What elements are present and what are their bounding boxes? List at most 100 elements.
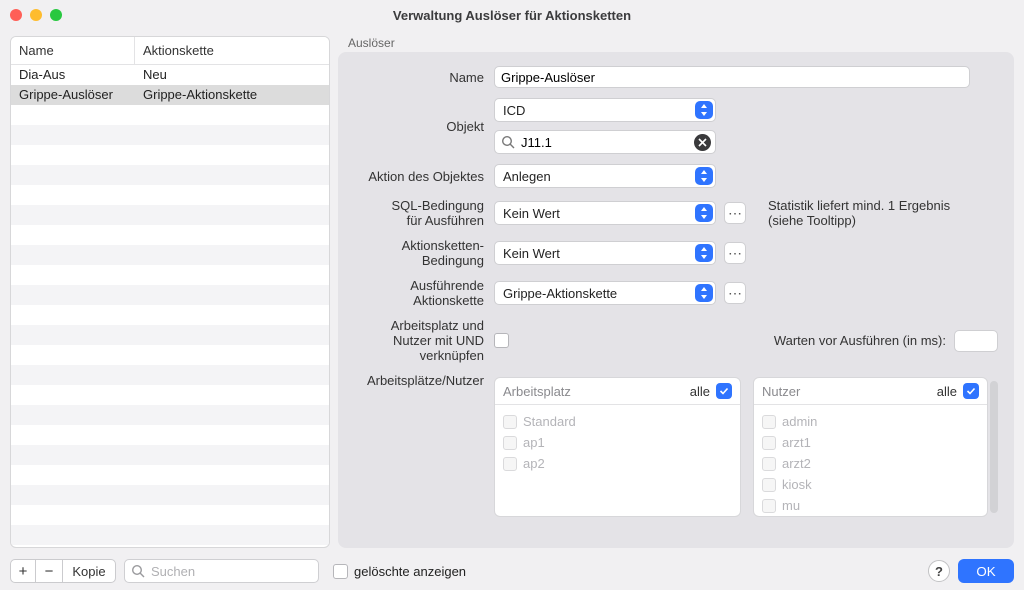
trigger-row — [11, 165, 329, 185]
workplace-all-checkbox[interactable]: alle — [690, 383, 732, 399]
sql-help-text: Statistik liefert mind. 1 Ergebnis (sieh… — [768, 198, 950, 228]
trigger-row — [11, 445, 329, 465]
wait-label: Warten vor Ausführen (in ms): — [774, 333, 946, 348]
workplace-list: Arbeitsplatz alle Standard ap1 ap2 — [494, 377, 741, 517]
checkbox-disabled — [503, 457, 517, 471]
col-header-action[interactable]: Aktionskette — [135, 37, 329, 64]
label-link-and: Arbeitsplatz und Nutzer mit UND verknüpf… — [354, 318, 484, 363]
trigger-row — [11, 145, 329, 165]
label-chain-cond: Aktionsketten- Bedingung — [354, 238, 484, 268]
user-header: Nutzer — [762, 384, 800, 399]
footer-search[interactable] — [124, 559, 319, 583]
link-and-checkbox[interactable] — [494, 333, 509, 348]
clear-search-button[interactable] — [694, 134, 711, 151]
trigger-list-panel: Name Aktionskette Dia-AusNeuGrippe-Auslö… — [10, 36, 330, 548]
exec-chain-detail-button[interactable]: ⋯ — [724, 282, 746, 304]
trigger-row — [11, 105, 329, 125]
footer-search-input[interactable] — [151, 564, 310, 579]
chevron-updown-icon — [695, 101, 713, 119]
trigger-list-header: Name Aktionskette — [11, 37, 329, 65]
trigger-row — [11, 425, 329, 445]
trigger-row — [11, 485, 329, 505]
chain-condition-value: Kein Wert — [503, 246, 560, 261]
name-input[interactable] — [494, 66, 970, 88]
list-item-label: kiosk — [782, 477, 812, 492]
trigger-row — [11, 245, 329, 265]
label-workplaces-users: Arbeitsplätze/Nutzer — [354, 373, 484, 388]
list-item: ap1 — [503, 432, 732, 453]
label-name: Name — [354, 70, 484, 85]
chevron-updown-icon — [695, 244, 713, 262]
trigger-row — [11, 345, 329, 365]
check-icon — [963, 383, 979, 399]
user-list: Nutzer alle adminarzt1arzt2kioskmuzollso… — [753, 377, 988, 517]
list-item: kiosk — [762, 474, 979, 495]
list-item: Standard — [503, 411, 732, 432]
trigger-row[interactable]: Grippe-AuslöserGrippe-Aktionskette — [11, 85, 329, 105]
trigger-row — [11, 385, 329, 405]
list-item-label: admin — [782, 414, 817, 429]
exec-chain-value: Grippe-Aktionskette — [503, 286, 617, 301]
help-button[interactable]: ? — [928, 560, 950, 582]
search-icon — [501, 135, 516, 153]
chevron-updown-icon — [695, 167, 713, 185]
user-list-scrollbar[interactable] — [990, 381, 998, 513]
trigger-row — [11, 185, 329, 205]
trigger-row — [11, 305, 329, 325]
trigger-row — [11, 265, 329, 285]
object-combo[interactable]: ICD — [494, 98, 716, 122]
col-header-name[interactable]: Name — [11, 37, 135, 64]
label-sql: SQL-Bedingung für Ausführen — [354, 198, 484, 228]
list-item-label: arzt2 — [782, 456, 811, 471]
sql-condition-combo[interactable]: Kein Wert — [494, 201, 716, 225]
chevron-updown-icon — [695, 204, 713, 222]
object-search-input[interactable] — [521, 135, 689, 150]
trigger-row — [11, 505, 329, 525]
copy-button[interactable]: Kopie — [62, 559, 116, 583]
trigger-row — [11, 365, 329, 385]
chain-cond-detail-button[interactable]: ⋯ — [724, 242, 746, 264]
add-button[interactable]: + — [10, 559, 36, 583]
show-deleted-label: gelöschte anzeigen — [354, 564, 466, 579]
checkbox-disabled — [762, 499, 776, 513]
checkbox-disabled — [503, 415, 517, 429]
list-item-label: ap2 — [523, 456, 545, 471]
trigger-row — [11, 465, 329, 485]
row-action: Grippe-Aktionskette — [135, 85, 329, 105]
exec-chain-combo[interactable]: Grippe-Aktionskette — [494, 281, 716, 305]
chevron-updown-icon — [695, 284, 713, 302]
label-exec-chain: Ausführende Aktionskette — [354, 278, 484, 308]
object-search[interactable] — [494, 130, 716, 154]
check-icon — [716, 383, 732, 399]
checkbox-disabled — [762, 415, 776, 429]
label-object-action: Aktion des Objektes — [354, 169, 484, 184]
row-name: Dia-Aus — [11, 65, 135, 85]
wait-ms-input[interactable] — [954, 330, 998, 352]
trigger-row — [11, 525, 329, 545]
trigger-form-panel: Name Objekt ICD — [338, 52, 1014, 548]
list-item: arzt1 — [762, 432, 979, 453]
label-object: Objekt — [354, 119, 484, 134]
show-deleted-checkbox[interactable] — [333, 564, 348, 579]
object-action-value: Anlegen — [503, 169, 551, 184]
trigger-row[interactable]: Dia-AusNeu — [11, 65, 329, 85]
checkbox-disabled — [762, 478, 776, 492]
workplace-header: Arbeitsplatz — [503, 384, 571, 399]
chain-condition-combo[interactable]: Kein Wert — [494, 241, 716, 265]
list-item: admin — [762, 411, 979, 432]
ok-button[interactable]: OK — [958, 559, 1014, 583]
row-action: Neu — [135, 65, 329, 85]
object-action-combo[interactable]: Anlegen — [494, 164, 716, 188]
list-item-label: Standard — [523, 414, 576, 429]
checkbox-disabled — [503, 436, 517, 450]
remove-button[interactable]: − — [36, 559, 62, 583]
user-all-checkbox[interactable]: alle — [937, 383, 979, 399]
list-item: arzt2 — [762, 453, 979, 474]
sql-detail-button[interactable]: ⋯ — [724, 202, 746, 224]
list-item-label: arzt1 — [782, 435, 811, 450]
object-value: ICD — [503, 103, 525, 118]
window-title: Verwaltung Auslöser für Aktionsketten — [0, 8, 1024, 23]
checkbox-disabled — [762, 457, 776, 471]
list-item: ap2 — [503, 453, 732, 474]
trigger-row — [11, 225, 329, 245]
